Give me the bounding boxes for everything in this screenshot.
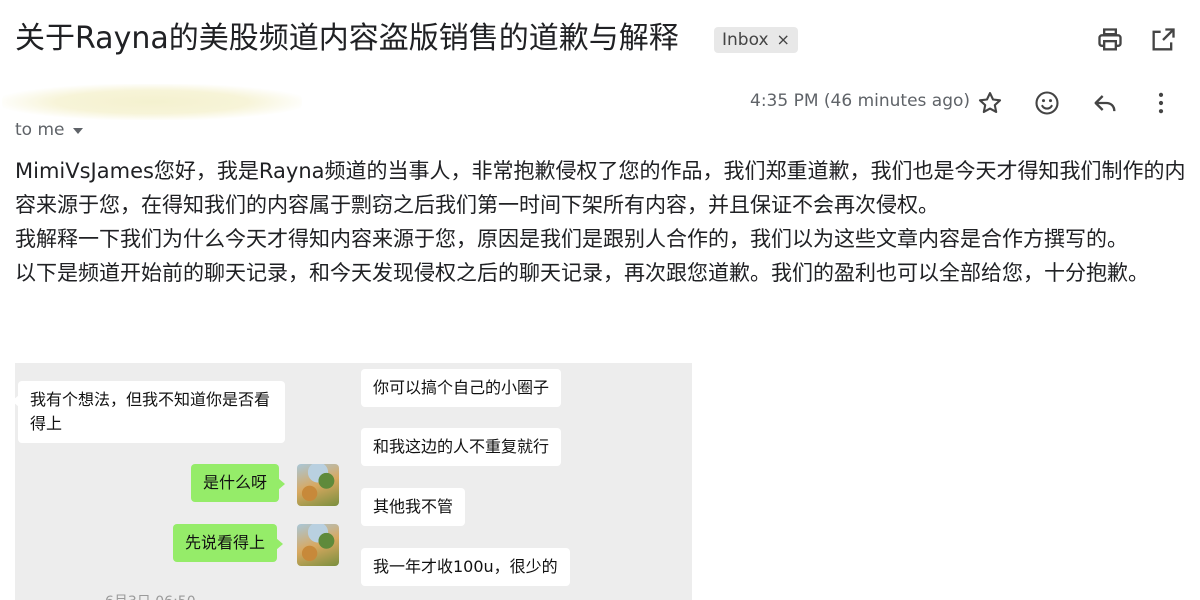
chat-screenshot-image: 我有个想法，但我不知道你是否看得上 是什么呀 先说看得上 6月3日 06:50 …	[15, 363, 692, 600]
chat-bubble-me: 是什么呀	[191, 464, 286, 502]
emoji-icon[interactable]	[1033, 89, 1061, 117]
reply-icon[interactable]	[1091, 89, 1119, 117]
chevron-down-icon	[72, 128, 83, 134]
chat-bubble-me: 先说看得上	[173, 524, 284, 562]
sender-redacted	[2, 84, 302, 120]
body-paragraph: MimiVsJames您好，我是Rayna频道的当事人，非常抱歉侵权了您的作品，…	[15, 159, 1186, 217]
remove-label-button[interactable]: ×	[777, 27, 790, 53]
chat-bubble-other: 其他我不管	[361, 488, 466, 526]
chat-bubble-other: 我一年才收100u，很少的	[361, 548, 570, 586]
chat-bubble-other: 和我这边的人不重复就行	[361, 428, 562, 466]
chat-bubble-other: 你可以搞个自己的小圈子	[361, 369, 562, 407]
chat-timestamp: 6月3日 06:50	[105, 591, 196, 600]
body-paragraph: 以下是频道开始前的聊天记录，和今天发现侵权之后的聊天记录，再次跟您道歉。我们的盈…	[15, 261, 1149, 285]
star-icon[interactable]	[976, 89, 1004, 117]
print-icon[interactable]	[1096, 26, 1124, 54]
open-in-new-window-icon[interactable]	[1149, 26, 1177, 54]
body-paragraph: 我解释一下我们为什么今天才得知内容来源于您，原因是我们是跟别人合作的，我们以为这…	[15, 227, 1128, 251]
inbox-label-text: Inbox	[722, 30, 769, 50]
more-vert-icon[interactable]	[1147, 89, 1175, 117]
inbox-label-chip[interactable]: Inbox ×	[714, 27, 798, 53]
avatar	[297, 464, 339, 506]
email-timestamp: 4:35 PM (46 minutes ago)	[750, 91, 971, 111]
email-body: MimiVsJames您好，我是Rayna频道的当事人，非常抱歉侵权了您的作品，…	[15, 154, 1190, 290]
recipient-details-toggle[interactable]: to me	[15, 120, 83, 140]
email-subject: 关于Rayna的美股频道内容盗版销售的道歉与解释	[15, 21, 679, 56]
chat-bubble-other: 我有个想法，但我不知道你是否看得上	[15, 381, 285, 443]
recipient-label: to me	[15, 120, 65, 140]
avatar	[297, 524, 339, 566]
